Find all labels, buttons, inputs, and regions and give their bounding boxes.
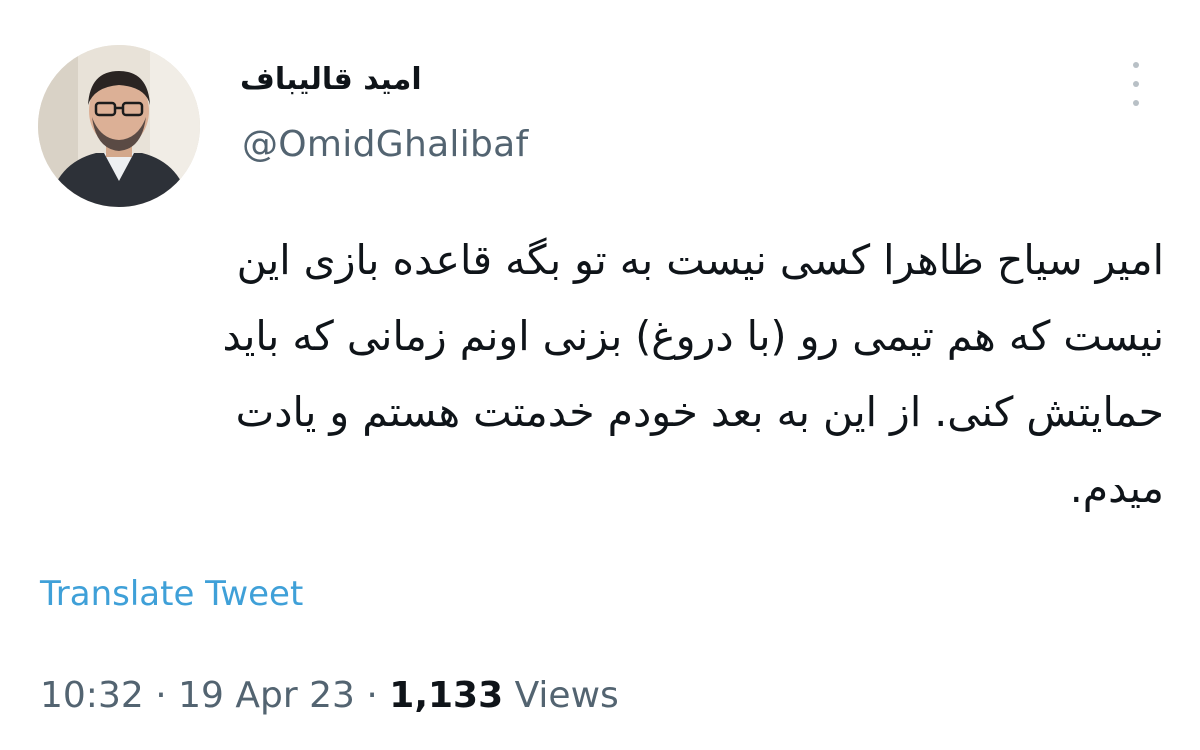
- user-handle[interactable]: @OmidGhalibaf: [242, 124, 529, 165]
- avatar[interactable]: [38, 45, 200, 207]
- tweet-text-line: حمایتش کنی. از این به بعد خودم خدمتت هست…: [235, 388, 1164, 436]
- profile-photo-icon: [38, 45, 200, 207]
- tweet-text-line: نیست که هم تیمی رو (با دروغ) بزنی اونم ز…: [222, 312, 1164, 360]
- views-count[interactable]: 1,133: [389, 675, 503, 716]
- tweet-time[interactable]: 10:32: [40, 675, 144, 716]
- more-dot: [1133, 100, 1139, 106]
- tweet-meta: 10:32 · 19 Apr 23 · 1,133 Views: [40, 675, 619, 716]
- more-dot: [1133, 81, 1139, 87]
- tweet-date[interactable]: 19 Apr 23: [178, 675, 355, 716]
- meta-separator: ·: [366, 675, 378, 716]
- tweet-text-line: میدم.: [1069, 464, 1164, 512]
- tweet-text: امیر سیاح ظاهرا کسی نیست به تو بگه قاعده…: [40, 222, 1164, 526]
- meta-separator: ·: [155, 675, 167, 716]
- tweet-text-line: امیر سیاح ظاهرا کسی نیست به تو بگه قاعده…: [236, 236, 1164, 284]
- more-vertical-icon[interactable]: [1124, 62, 1148, 106]
- views-label: Views: [514, 675, 619, 716]
- translate-tweet-link[interactable]: Translate Tweet: [40, 574, 303, 614]
- more-dot: [1133, 62, 1139, 68]
- display-name[interactable]: امید قالیباف: [240, 62, 422, 97]
- tweet-card: امید قالیباف @OmidGhalibaf امیر سیاح ظاه…: [0, 0, 1200, 750]
